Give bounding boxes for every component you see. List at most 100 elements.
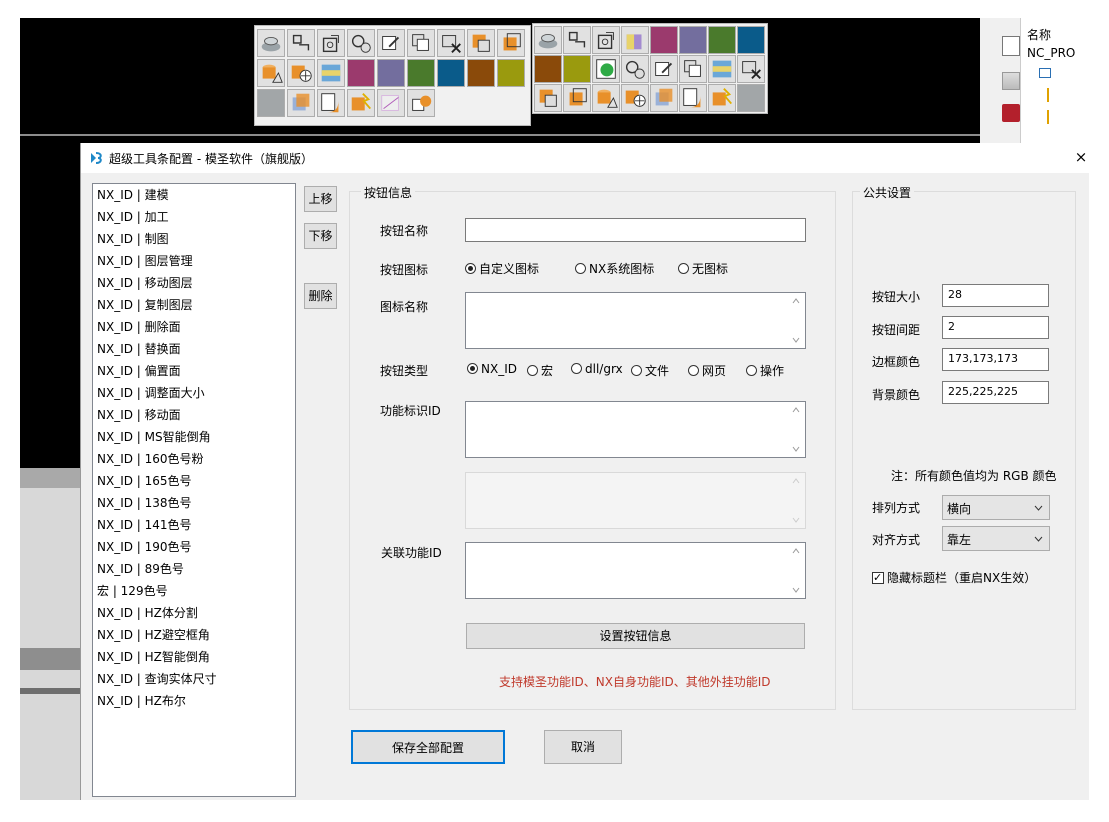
layers-icon[interactable] (679, 55, 707, 83)
list-item[interactable]: NX_ID | HZ智能倒角 (93, 646, 295, 668)
list-item[interactable]: NX_ID | 建模 (93, 184, 295, 206)
color-purple-icon[interactable] (377, 59, 405, 87)
type-radio-dll[interactable]: dll/grx (571, 362, 623, 376)
checkbox-icon[interactable] (872, 570, 884, 586)
chamfer-icon[interactable] (679, 84, 707, 112)
color-magenta-icon[interactable] (347, 59, 375, 87)
sketch-icon[interactable] (563, 26, 591, 54)
box-icon[interactable] (287, 89, 315, 117)
panel-item[interactable]: NC_PRO (1027, 46, 1075, 60)
icon-name-textarea[interactable] (465, 292, 806, 349)
grid-icon[interactable] (1002, 72, 1020, 90)
scrollbar[interactable] (788, 293, 805, 348)
list-item[interactable]: NX_ID | 偏置面 (93, 360, 295, 382)
close-button[interactable]: × (1074, 148, 1088, 166)
revolve-icon[interactable] (592, 26, 620, 54)
chamfer-icon[interactable] (317, 89, 345, 117)
func-id-textarea[interactable] (465, 401, 806, 458)
save-all-button[interactable]: 保存全部配置 (351, 730, 505, 764)
hide-titlebar-checkbox[interactable]: 隐藏标题栏（重启NX生效） (872, 569, 1036, 586)
related-id-textarea[interactable] (465, 542, 806, 599)
type-radio-op[interactable]: 操作 (746, 362, 784, 379)
type-radio-file[interactable]: 文件 (631, 362, 669, 379)
color-green-icon[interactable] (708, 26, 736, 54)
list-item[interactable]: NX_ID | 图层管理 (93, 250, 295, 272)
set-button-info-button[interactable]: 设置按钮信息 (466, 623, 805, 649)
revolve-icon[interactable] (317, 29, 345, 57)
bg-color-input[interactable]: 225,225,225 (942, 381, 1049, 404)
list-item[interactable]: NX_ID | 190色号 (93, 536, 295, 558)
box-icon[interactable] (650, 84, 678, 112)
move-face-icon[interactable] (621, 84, 649, 112)
type-radio-macro[interactable]: 宏 (527, 362, 553, 379)
color-olive-icon[interactable] (563, 55, 591, 83)
color-blue-icon[interactable] (437, 59, 465, 87)
sphere-icon[interactable] (621, 26, 649, 54)
list-item[interactable]: NX_ID | 138色号 (93, 492, 295, 514)
split-icon[interactable] (407, 89, 435, 117)
list-item[interactable]: NX_ID | 加工 (93, 206, 295, 228)
icon-radio-none[interactable]: 无图标 (678, 260, 728, 277)
spacing-input[interactable]: 2 (942, 316, 1049, 339)
boolean-icon[interactable] (347, 89, 375, 117)
color-olive-icon[interactable] (497, 59, 525, 87)
list-item[interactable]: 宏 | 129色号 (93, 580, 295, 602)
measure-icon[interactable] (377, 89, 405, 117)
list-item[interactable]: NX_ID | HZ布尔 (93, 690, 295, 712)
sphere-color-icon[interactable] (592, 55, 620, 83)
move-up-button[interactable]: 上移 (304, 186, 337, 212)
shell-icon[interactable] (534, 26, 562, 54)
list-item[interactable]: NX_ID | 调整面大小 (93, 382, 295, 404)
gear-settings-icon[interactable] (347, 29, 375, 57)
button-list[interactable]: NX_ID | 建模 NX_ID | 加工 NX_ID | 制图 NX_ID | 图层… (92, 183, 296, 797)
move-face-icon[interactable] (287, 59, 315, 87)
list-item[interactable]: NX_ID | 复制图层 (93, 294, 295, 316)
color-gray-icon[interactable] (257, 89, 285, 117)
colorize-icon[interactable] (708, 55, 736, 83)
list-item[interactable]: NX_ID | 移动面 (93, 404, 295, 426)
move-down-button[interactable]: 下移 (304, 223, 337, 249)
scroll-down-icon[interactable] (792, 445, 800, 453)
offset-face-icon[interactable] (563, 84, 591, 112)
list-item[interactable]: NX_ID | 删除面 (93, 316, 295, 338)
border-color-input[interactable]: 173,173,173 (942, 348, 1049, 371)
gear-settings-icon[interactable] (621, 55, 649, 83)
replace-face-icon[interactable] (467, 29, 495, 57)
color-gray-icon[interactable] (737, 84, 765, 112)
color-magenta-icon[interactable] (650, 26, 678, 54)
dialog-titlebar[interactable]: 超级工具条配置 - 模圣软件（旗舰版） × (81, 143, 1090, 173)
list-item[interactable]: NX_ID | 165色号 (93, 470, 295, 492)
scroll-down-icon[interactable] (792, 336, 800, 344)
edit-icon[interactable] (377, 29, 405, 57)
offset-face-icon[interactable] (497, 29, 525, 57)
scrollbar[interactable] (788, 402, 805, 457)
list-item[interactable]: NX_ID | 替换面 (93, 338, 295, 360)
color-purple-icon[interactable] (679, 26, 707, 54)
button-name-input[interactable] (465, 218, 806, 242)
icon-radio-custom[interactable]: 自定义图标 (465, 260, 539, 277)
list-item[interactable]: NX_ID | 查询实体尺寸 (93, 668, 295, 690)
size-input[interactable]: 28 (942, 284, 1049, 307)
scrollbar[interactable] (788, 543, 805, 598)
sketch-icon[interactable] (287, 29, 315, 57)
def-icon[interactable] (1002, 36, 1020, 56)
list-item[interactable]: NX_ID | HZ体分割 (93, 602, 295, 624)
list-item[interactable]: NX_ID | 141色号 (93, 514, 295, 536)
delete-face-icon[interactable] (737, 55, 765, 83)
align-select[interactable]: 靠左 (942, 526, 1050, 551)
list-item[interactable]: NX_ID | HZ避空框角 (93, 624, 295, 646)
delete-face-icon[interactable] (437, 29, 465, 57)
color-brown-icon[interactable] (467, 59, 495, 87)
type-radio-web[interactable]: 网页 (688, 362, 726, 379)
layout-select[interactable]: 横向 (942, 495, 1050, 520)
layers-icon[interactable] (407, 29, 435, 57)
list-item[interactable]: NX_ID | 160色号粉 (93, 448, 295, 470)
scroll-down-icon[interactable] (792, 586, 800, 594)
delete-button[interactable]: 删除 (304, 283, 337, 309)
cylinder-icon[interactable] (257, 59, 285, 87)
cancel-button[interactable]: 取消 (544, 730, 622, 764)
replace-face-icon[interactable] (534, 84, 562, 112)
color-blue-icon[interactable] (737, 26, 765, 54)
scroll-up-icon[interactable] (792, 297, 800, 305)
boolean-icon[interactable] (708, 84, 736, 112)
